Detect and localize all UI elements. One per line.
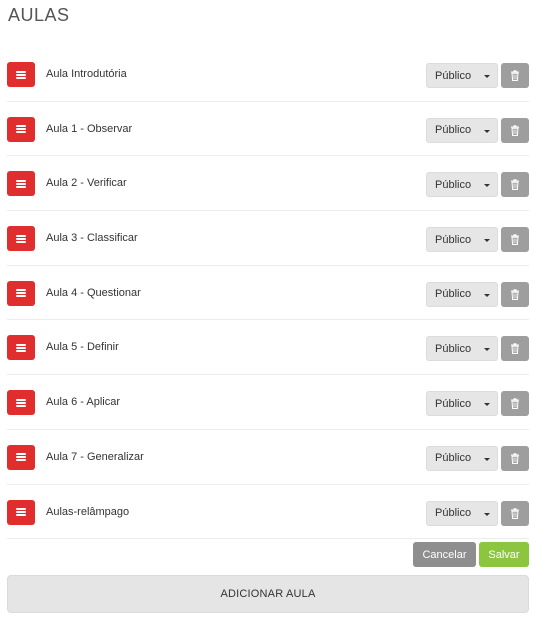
visibility-label: Público xyxy=(435,288,472,301)
menu-icon xyxy=(16,179,26,188)
delete-button[interactable] xyxy=(501,445,529,471)
delete-button[interactable] xyxy=(501,227,529,253)
trash-icon xyxy=(511,453,519,464)
caret-down-icon xyxy=(484,293,490,297)
lesson-title[interactable]: Aula 4 - Questionar xyxy=(46,287,141,299)
trash-icon xyxy=(511,179,519,191)
caret-down-icon xyxy=(484,129,490,133)
drag-handle-button[interactable] xyxy=(7,226,35,252)
drag-handle-button[interactable] xyxy=(7,280,35,306)
visibility-select[interactable]: Público xyxy=(426,391,498,417)
visibility-select[interactable]: Público xyxy=(426,172,498,198)
drag-handle-button[interactable] xyxy=(7,62,35,87)
visibility-select[interactable]: Público xyxy=(426,336,498,362)
lesson-title[interactable]: Aula 3 - Classificar xyxy=(46,232,138,244)
trash-icon xyxy=(511,124,519,136)
caret-down-icon xyxy=(484,512,490,516)
visibility-select[interactable]: Público xyxy=(426,117,498,143)
menu-icon xyxy=(16,234,26,243)
trash-icon xyxy=(511,70,519,81)
form-actions: Cancelar Salvar xyxy=(413,542,529,567)
caret-down-icon xyxy=(484,184,490,188)
delete-button[interactable] xyxy=(501,500,529,526)
visibility-select[interactable]: Público xyxy=(426,500,498,526)
trash-icon xyxy=(511,507,519,519)
drag-handle-button[interactable] xyxy=(7,390,35,416)
delete-button[interactable] xyxy=(501,117,529,143)
caret-down-icon xyxy=(484,239,490,243)
lesson-row: Aula 7 - Generalizar Público xyxy=(7,430,529,485)
lesson-row: Aula 2 - Verificar Público xyxy=(7,156,529,212)
lesson-title[interactable]: Aula 5 - Definir xyxy=(46,341,119,353)
lesson-title[interactable]: Aula 2 - Verificar xyxy=(46,177,127,189)
drag-handle-button[interactable] xyxy=(7,171,35,197)
lesson-title[interactable]: Aula 6 - Aplicar xyxy=(46,396,120,408)
delete-button[interactable] xyxy=(501,281,529,307)
menu-icon xyxy=(16,453,26,462)
menu-icon xyxy=(16,70,26,79)
visibility-label: Público xyxy=(435,124,472,137)
drag-handle-button[interactable] xyxy=(7,499,35,525)
drag-handle-button[interactable] xyxy=(7,116,35,142)
lesson-title[interactable]: Aulas-relâmpago xyxy=(46,506,129,518)
save-button[interactable]: Salvar xyxy=(479,542,529,567)
delete-button[interactable] xyxy=(501,172,529,198)
caret-down-icon xyxy=(484,75,490,78)
lesson-row: Aula 3 - Classificar Público xyxy=(7,211,529,266)
visibility-label: Público xyxy=(435,507,472,519)
caret-down-icon xyxy=(484,403,490,407)
caret-down-icon xyxy=(484,457,490,461)
visibility-select[interactable]: Público xyxy=(426,281,498,307)
delete-button[interactable] xyxy=(501,391,529,417)
menu-icon xyxy=(16,343,26,352)
trash-icon xyxy=(511,234,519,246)
menu-icon xyxy=(16,398,26,407)
lesson-title[interactable]: Aula Introdutória xyxy=(46,68,127,80)
visibility-label: Público xyxy=(435,233,472,246)
visibility-select[interactable]: Público xyxy=(426,227,498,253)
visibility-select[interactable]: Público xyxy=(426,63,498,88)
menu-icon xyxy=(16,125,26,134)
lesson-title[interactable]: Aula 7 - Generalizar xyxy=(46,451,144,463)
page-title: AULAS xyxy=(8,5,70,25)
lesson-row: Aulas-relâmpago Público xyxy=(7,485,529,540)
lesson-row: Aula 4 - Questionar Público xyxy=(7,266,529,321)
lesson-row: Aula 5 - Definir Público xyxy=(7,320,529,376)
visibility-label: Público xyxy=(435,452,472,465)
lesson-list: Aula Introdutória Público Aula 1 - Obser… xyxy=(7,47,529,540)
trash-icon xyxy=(511,398,519,410)
visibility-label: Público xyxy=(435,397,472,410)
menu-icon xyxy=(16,508,26,516)
lesson-row: Aula Introdutória Público xyxy=(7,47,529,102)
visibility-label: Público xyxy=(435,178,472,191)
menu-icon xyxy=(16,289,26,298)
trash-icon xyxy=(511,289,519,300)
trash-icon xyxy=(511,343,519,355)
drag-handle-button[interactable] xyxy=(7,335,35,361)
visibility-select[interactable]: Público xyxy=(426,445,498,471)
delete-button[interactable] xyxy=(501,336,529,362)
cancel-button[interactable]: Cancelar xyxy=(413,542,476,567)
visibility-label: Público xyxy=(435,342,472,355)
lesson-row: Aula 1 - Observar Público xyxy=(7,102,529,157)
visibility-label: Público xyxy=(435,69,472,82)
add-lesson-button[interactable]: ADICIONAR AULA xyxy=(7,575,529,613)
lesson-title[interactable]: Aula 1 - Observar xyxy=(46,123,132,135)
delete-button[interactable] xyxy=(501,63,529,88)
caret-down-icon xyxy=(484,348,490,352)
drag-handle-button[interactable] xyxy=(7,444,35,470)
lesson-row: Aula 6 - Aplicar Público xyxy=(7,375,529,430)
